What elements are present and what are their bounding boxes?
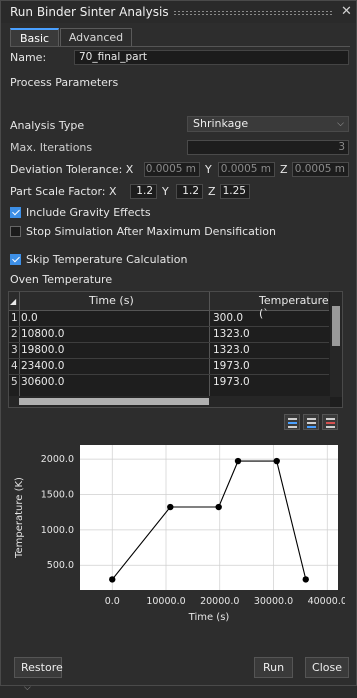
- y-axis-label: Temperature (K): [14, 477, 25, 559]
- chevron-down-icon: ⌵: [337, 119, 344, 129]
- time-cell[interactable]: 0.0: [21, 312, 38, 324]
- name-field[interactable]: 70_final_part: [74, 50, 349, 65]
- scale-z-field[interactable]: 1.25: [220, 184, 250, 199]
- restore-button[interactable]: Restore ⌵: [14, 657, 63, 693]
- x-tick-label: 10000.0: [146, 596, 185, 607]
- stop-simulation-checkbox[interactable]: [10, 226, 21, 237]
- temperature-cell[interactable]: 1323.0: [213, 344, 250, 356]
- scale-y-field[interactable]: 1.2: [176, 184, 203, 199]
- run-button[interactable]: Run: [254, 657, 293, 678]
- restore-label: Restore: [21, 661, 63, 674]
- row-number: 2: [11, 328, 18, 340]
- skip-temperature-label: Skip Temperature Calculation: [26, 253, 188, 266]
- x-tick-label: 40000.0: [308, 596, 345, 607]
- deviation-x-field[interactable]: 0.0005 m: [144, 162, 200, 177]
- deviation-z-label: Z: [280, 163, 288, 176]
- time-cell[interactable]: 30600.0: [21, 376, 64, 388]
- oven-temperature-table[interactable]: ◢ Time (s) Temperature (` 1 0.0 300.0 2 …: [8, 291, 343, 408]
- table-row[interactable]: 4 23400.0 1973.0: [9, 359, 329, 375]
- deviation-tolerance-x-label: Deviation Tolerance: X: [10, 163, 134, 176]
- tab-divider: [10, 46, 350, 47]
- gravity-label: Include Gravity Effects: [26, 206, 151, 219]
- x-tick-label: 20000.0: [200, 596, 239, 607]
- tab-advanced[interactable]: Advanced: [60, 28, 132, 46]
- deviation-z-field[interactable]: 0.0005 m: [292, 162, 349, 177]
- time-cell[interactable]: 10800.0: [21, 328, 64, 340]
- process-parameters-heading: Process Parameters: [10, 76, 119, 89]
- close-icon[interactable]: ✕: [341, 4, 352, 19]
- skip-temperature-checkbox[interactable]: [10, 254, 21, 265]
- vertical-scrollbar[interactable]: [330, 292, 342, 397]
- part-scale-factor-x-label: Part Scale Factor: X: [10, 185, 117, 198]
- delete-row-icon[interactable]: [322, 414, 338, 430]
- y-tick-label: 2000.0: [41, 454, 74, 465]
- column-header-time[interactable]: Time (s): [89, 294, 134, 307]
- close-button[interactable]: Close: [305, 657, 349, 678]
- max-iterations-field[interactable]: 3: [187, 140, 349, 155]
- data-point: [273, 457, 280, 465]
- append-row-icon[interactable]: [303, 414, 319, 430]
- y-tick-label: 1000.0: [41, 525, 74, 536]
- dialog-window: Run Binder Sinter Analysis ✕ Basic Advan…: [0, 0, 357, 693]
- data-point: [109, 576, 116, 583]
- y-tick-label: 1500.0: [41, 490, 74, 501]
- tab-basic[interactable]: Basic: [10, 28, 59, 47]
- analysis-type-value: Shrinkage: [193, 117, 249, 130]
- x-tick-label: 30000.0: [254, 596, 293, 607]
- deviation-y-field[interactable]: 0.0005 m: [218, 162, 275, 177]
- time-cell[interactable]: 23400.0: [21, 360, 64, 372]
- x-axis-label: Time (s): [188, 612, 230, 623]
- stop-simulation-label: Stop Simulation After Maximum Densificat…: [26, 225, 276, 238]
- plot-area: [80, 445, 338, 590]
- temperature-cell[interactable]: 1973.0: [213, 360, 250, 372]
- table-header: ◢ Time (s) Temperature (`: [9, 292, 329, 320]
- title-bar[interactable]: Run Binder Sinter Analysis ✕: [1, 1, 356, 23]
- horizontal-scrollbar[interactable]: [9, 396, 330, 407]
- temperature-chart: 0.0 10000.0 20000.0 30000.0 40000.0 500.0 1000…: [14, 441, 345, 637]
- row-number: 4: [11, 360, 18, 372]
- horizontal-scroll-thumb[interactable]: [19, 398, 209, 405]
- time-cell[interactable]: 19800.0: [21, 344, 64, 356]
- table-row[interactable]: 2 10800.0 1323.0: [9, 327, 329, 343]
- drag-grip[interactable]: [173, 10, 333, 15]
- table-row[interactable]: 1 0.0 300.0: [9, 311, 329, 327]
- gravity-checkbox[interactable]: [10, 207, 21, 218]
- x-tick-label: 0.0: [105, 596, 120, 607]
- y-tick-label: 500.0: [47, 560, 74, 571]
- data-point: [302, 576, 309, 583]
- corner-icon[interactable]: ◢: [10, 297, 16, 306]
- temperature-cell[interactable]: 1323.0: [213, 328, 250, 340]
- row-number: 3: [11, 344, 18, 356]
- insert-row-icon[interactable]: [284, 414, 300, 430]
- data-point: [215, 503, 222, 511]
- window-title: Run Binder Sinter Analysis: [10, 5, 169, 19]
- scale-y-label: Y: [162, 185, 169, 198]
- data-point: [167, 503, 174, 511]
- name-label: Name:: [10, 51, 47, 64]
- max-iterations-label: Max. Iterations: [10, 141, 93, 154]
- vertical-scroll-thumb[interactable]: [332, 306, 340, 346]
- analysis-type-select[interactable]: Shrinkage ⌵: [187, 116, 349, 132]
- table-row[interactable]: 5 30600.0 1973.0: [9, 375, 329, 390]
- chevron-down-icon: ⌵: [24, 683, 31, 693]
- deviation-y-label: Y: [205, 163, 212, 176]
- row-number: 5: [11, 376, 18, 388]
- temperature-cell[interactable]: 300.0: [213, 312, 243, 324]
- row-number: 1: [11, 312, 18, 324]
- data-point: [234, 457, 242, 465]
- scale-z-label: Z: [208, 185, 216, 198]
- analysis-type-label: Analysis Type: [10, 119, 85, 132]
- scale-x-field[interactable]: 1.2: [130, 184, 157, 199]
- oven-temperature-heading: Oven Temperature: [10, 273, 113, 286]
- table-row[interactable]: 3 19800.0 1323.0: [9, 343, 329, 359]
- temperature-cell[interactable]: 1973.0: [213, 376, 250, 388]
